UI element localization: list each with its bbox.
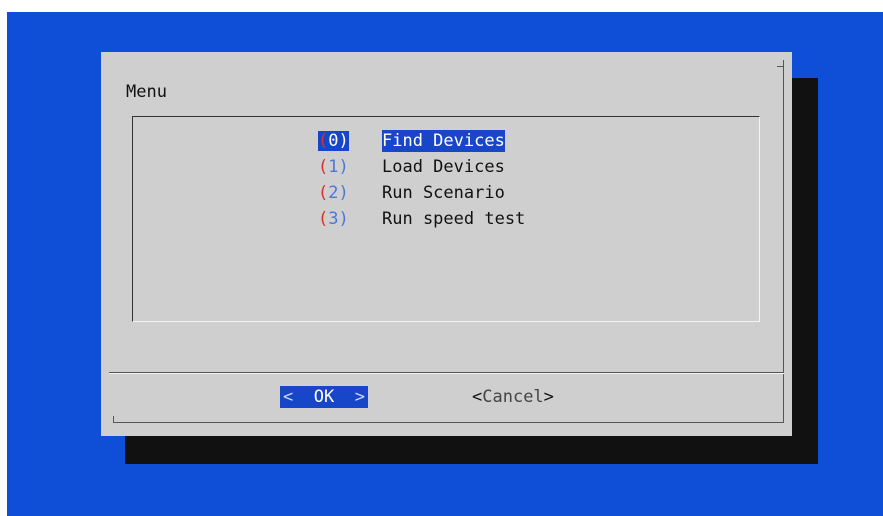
- menu-item-find-devices[interactable]: (0) Find Devices: [318, 130, 505, 152]
- menu-item-run-scenario[interactable]: (2) Run Scenario: [318, 182, 505, 204]
- menu-item-label: Find Devices: [382, 130, 505, 152]
- ok-right-arrow: >: [354, 387, 365, 407]
- menu-item-label: Load Devices: [382, 157, 505, 177]
- dialog-title: Menu: [126, 82, 167, 102]
- menu-item-label: Run speed test: [382, 209, 526, 229]
- menu-item-load-devices[interactable]: (1) Load Devices: [318, 156, 505, 178]
- cancel-close-bracket: >: [543, 387, 554, 407]
- dialog-frame-corner: [777, 66, 784, 67]
- dialog-frame-right: [783, 60, 784, 422]
- menu-item-tag: (2): [318, 183, 349, 203]
- dialog-frame-corner-left: [113, 416, 114, 423]
- menu-item-tag: (1): [318, 157, 349, 177]
- cancel-open-bracket: <: [472, 387, 483, 407]
- button-separator-highlight: [109, 373, 784, 374]
- menu-item-tag: (0): [318, 131, 349, 151]
- menu-item-label: Run Scenario: [382, 183, 505, 203]
- ok-button-label: OK: [313, 387, 335, 407]
- list-box-corner: [132, 117, 133, 123]
- cancel-button-label: Cancel: [482, 387, 544, 407]
- ok-button[interactable]: < OK >: [280, 386, 368, 408]
- ok-left-arrow: <: [283, 387, 294, 407]
- menu-item-tag: (3): [318, 209, 349, 229]
- cancel-button[interactable]: <Cancel>: [472, 386, 554, 408]
- dialog-frame-bottom: [113, 422, 784, 423]
- menu-item-run-speed-test[interactable]: (3) Run speed test: [318, 208, 525, 230]
